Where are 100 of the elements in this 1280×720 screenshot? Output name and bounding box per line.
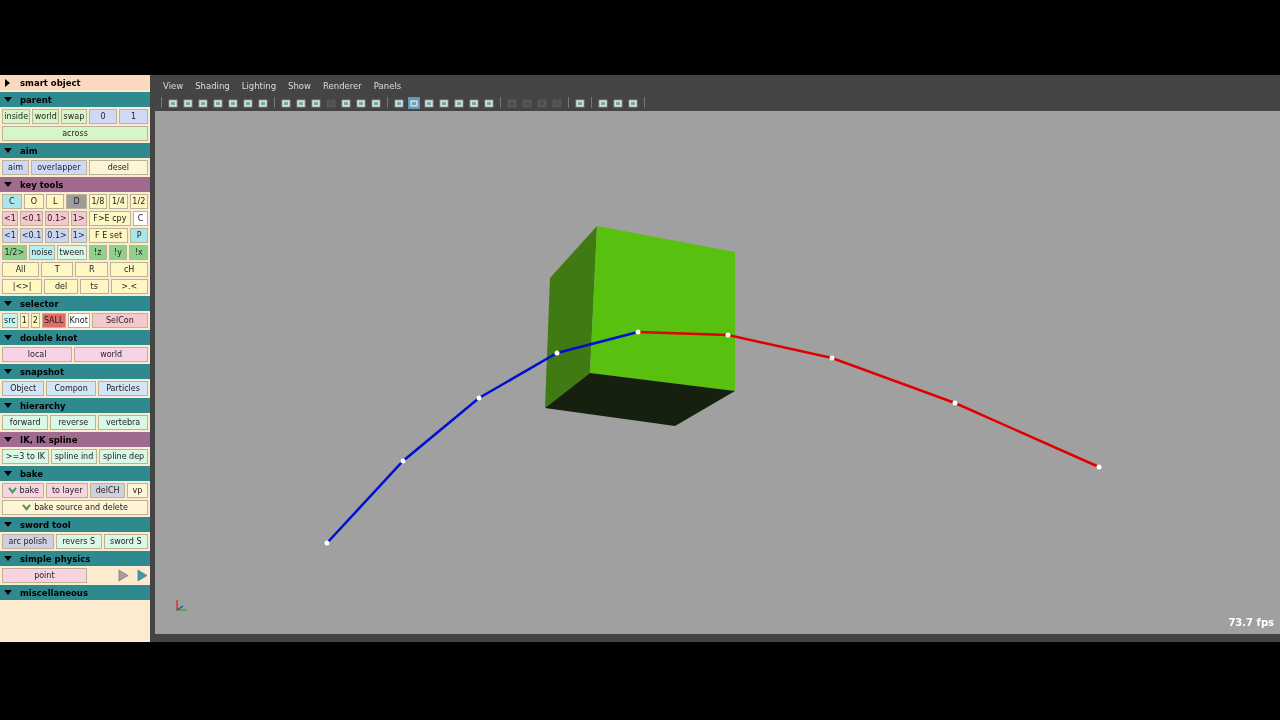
- tool-button[interactable]: >.<: [110, 279, 148, 294]
- tool-button[interactable]: !x: [129, 245, 148, 260]
- toolbar-icon[interactable]: [227, 96, 239, 109]
- toolbar-icon[interactable]: [182, 96, 194, 109]
- toolbar-icon[interactable]: [280, 96, 292, 109]
- menu-item[interactable]: Shading: [195, 81, 230, 91]
- tool-button[interactable]: revers S: [55, 534, 102, 549]
- tool-button[interactable]: vp: [127, 483, 148, 498]
- toolbar-icon[interactable]: [242, 96, 254, 109]
- tool-button[interactable]: inside: [2, 109, 31, 124]
- section-header[interactable]: snapshot: [0, 364, 150, 379]
- tool-button[interactable]: cH: [110, 262, 148, 277]
- control-point[interactable]: [324, 540, 330, 546]
- tool-button[interactable]: C: [133, 211, 148, 226]
- tool-button[interactable]: 1/2: [129, 194, 148, 209]
- tool-button[interactable]: 1: [19, 313, 29, 328]
- tool-button[interactable]: R: [75, 262, 109, 277]
- tool-button[interactable]: 0.1>: [45, 211, 69, 226]
- tool-button[interactable]: to layer: [46, 483, 89, 498]
- tool-button[interactable]: delCH: [90, 483, 126, 498]
- tool-button[interactable]: C: [2, 194, 22, 209]
- tool-button[interactable]: Knot: [67, 313, 90, 328]
- control-point[interactable]: [829, 355, 835, 361]
- tool-button[interactable]: ts: [79, 279, 109, 294]
- menu-item[interactable]: Show: [288, 81, 311, 91]
- tool-button[interactable]: 1/8: [88, 194, 108, 209]
- toolbar-icon[interactable]: [257, 96, 269, 109]
- tool-button[interactable]: 1>: [70, 228, 87, 243]
- tool-button[interactable]: >=3 to IK: [2, 449, 49, 464]
- tool-button[interactable]: point: [2, 568, 87, 583]
- toolbar-icon[interactable]: [167, 96, 179, 109]
- menu-item[interactable]: Lighting: [241, 81, 277, 91]
- tool-button[interactable]: noise: [28, 245, 55, 260]
- menu-item[interactable]: View: [163, 81, 184, 91]
- section-header[interactable]: double knot: [0, 330, 150, 345]
- section-header[interactable]: bake: [0, 466, 150, 481]
- toolbar-icon[interactable]: [453, 96, 465, 109]
- control-point[interactable]: [554, 350, 560, 356]
- tool-button[interactable]: spline dep: [99, 449, 148, 464]
- tool-button[interactable]: 0: [88, 109, 118, 124]
- section-header[interactable]: simple physics: [0, 551, 150, 566]
- tool-button[interactable]: desel: [88, 160, 148, 175]
- tool-button[interactable]: <0.1: [19, 211, 44, 226]
- tool-button[interactable]: |<>|: [2, 279, 43, 294]
- section-header[interactable]: IK, IK spline: [0, 432, 150, 447]
- tool-button[interactable]: Object: [2, 381, 45, 396]
- menu-item[interactable]: Panels: [373, 81, 402, 91]
- tool-button[interactable]: Compon: [46, 381, 96, 396]
- toolbar-icon[interactable]: [597, 96, 609, 109]
- tool-button[interactable]: overlapper: [31, 160, 87, 175]
- tool-button[interactable]: <0.1: [19, 228, 44, 243]
- control-point[interactable]: [476, 395, 482, 401]
- tool-button[interactable]: 1>: [70, 211, 87, 226]
- toolbar-icon[interactable]: [423, 96, 435, 109]
- section-header[interactable]: miscellaneous: [0, 585, 150, 600]
- tool-button[interactable]: SelCon: [91, 313, 148, 328]
- tool-button[interactable]: 0.1>: [45, 228, 69, 243]
- toolbar-icon[interactable]: [370, 96, 382, 109]
- toolbar-icon[interactable]: [355, 96, 367, 109]
- toolbar-icon[interactable]: [612, 96, 624, 109]
- toolbar-icon[interactable]: [393, 96, 405, 109]
- tool-button[interactable]: sword S: [103, 534, 148, 549]
- tool-button[interactable]: bake: [2, 483, 45, 498]
- section-header[interactable]: sword tool: [0, 517, 150, 532]
- tool-button[interactable]: local: [2, 347, 73, 362]
- toolbar-icon[interactable]: [574, 96, 586, 109]
- tool-button[interactable]: swap: [61, 109, 87, 124]
- toolbar-icon[interactable]: [340, 96, 352, 109]
- tool-button[interactable]: !y: [108, 245, 128, 260]
- toolbar-icon[interactable]: [310, 96, 322, 109]
- control-point[interactable]: [952, 400, 958, 406]
- section-header[interactable]: key tools: [0, 177, 150, 192]
- tool-button[interactable]: <1: [2, 211, 18, 226]
- toolbar-icon[interactable]: [408, 96, 420, 109]
- play-icon[interactable]: [137, 569, 148, 582]
- tool-button[interactable]: P: [130, 228, 148, 243]
- tool-button[interactable]: arc polish: [2, 534, 54, 549]
- tool-button[interactable]: !z: [88, 245, 107, 260]
- tool-button[interactable]: T: [41, 262, 74, 277]
- toolbar-icon[interactable]: [295, 96, 307, 109]
- section-header[interactable]: selector: [0, 296, 150, 311]
- toolbar-icon[interactable]: [627, 96, 639, 109]
- tool-button[interactable]: del: [44, 279, 78, 294]
- tool-button[interactable]: forward: [2, 415, 49, 430]
- tool-button[interactable]: 1: [119, 109, 148, 124]
- tool-button[interactable]: world: [74, 347, 148, 362]
- tool-button[interactable]: across: [2, 126, 148, 141]
- section-header[interactable]: aim: [0, 143, 150, 158]
- tool-button[interactable]: 2: [30, 313, 40, 328]
- tool-button[interactable]: bake source and delete: [2, 500, 148, 515]
- tool-button[interactable]: <1: [2, 228, 18, 243]
- tool-button[interactable]: aim: [2, 160, 30, 175]
- control-point[interactable]: [1096, 464, 1102, 470]
- toolbar-icon[interactable]: [197, 96, 209, 109]
- tool-button[interactable]: src: [2, 313, 18, 328]
- section-header[interactable]: smart object: [0, 75, 150, 90]
- section-header[interactable]: parent: [0, 92, 150, 107]
- control-point[interactable]: [635, 329, 641, 335]
- section-header[interactable]: hierarchy: [0, 398, 150, 413]
- toolbar-icon[interactable]: [438, 96, 450, 109]
